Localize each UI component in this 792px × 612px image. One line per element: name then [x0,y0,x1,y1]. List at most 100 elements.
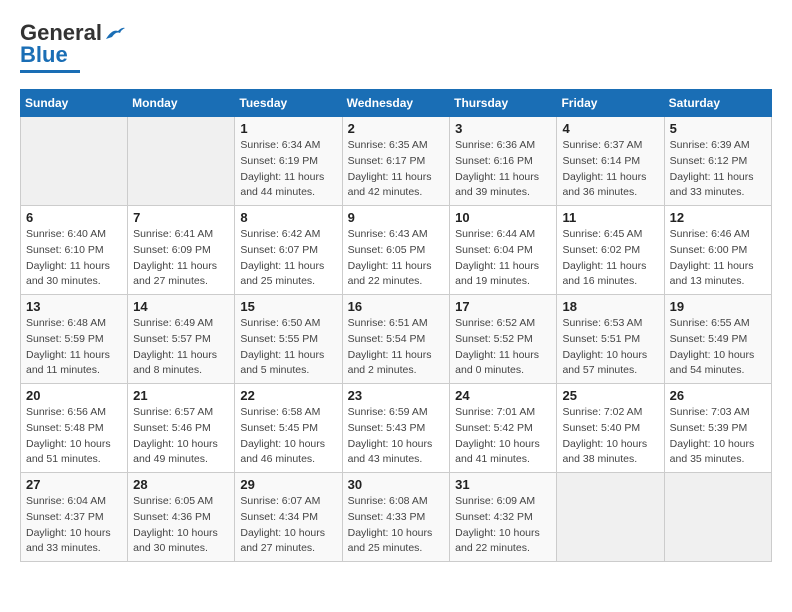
calendar-week-row: 6 Sunrise: 6:40 AMSunset: 6:10 PMDaylight… [21,206,772,295]
calendar-cell: 13 Sunrise: 6:48 AMSunset: 5:59 PMDayligh… [21,295,128,384]
calendar-cell: 25 Sunrise: 7:02 AMSunset: 5:40 PMDayligh… [557,384,664,473]
day-number: 4 [562,121,658,136]
header-sunday: Sunday [21,90,128,117]
day-info: Sunrise: 6:49 AMSunset: 5:57 PMDaylight:… [133,316,229,379]
day-info: Sunrise: 7:03 AMSunset: 5:39 PMDaylight:… [670,405,766,468]
day-info: Sunrise: 6:05 AMSunset: 4:36 PMDaylight:… [133,494,229,557]
calendar-cell: 5Sunrise: 6:39 AMSunset: 6:12 PMDaylight… [664,117,771,206]
calendar-cell: 7 Sunrise: 6:41 AMSunset: 6:09 PMDaylight… [128,206,235,295]
calendar-cell: 31Sunrise: 6:09 AMSunset: 4:32 PMDayligh… [450,473,557,562]
day-number: 30 [348,477,445,492]
calendar-week-row: 27 Sunrise: 6:04 AMSunset: 4:37 PMDayligh… [21,473,772,562]
day-number: 25 [562,388,658,403]
day-number: 1 [240,121,336,136]
day-number: 16 [348,299,445,314]
day-number: 14 [133,299,229,314]
day-number: 3 [455,121,551,136]
day-info: Sunrise: 6:58 AMSunset: 5:45 PMDaylight:… [240,405,336,468]
day-number: 27 [26,477,122,492]
calendar-cell: 17Sunrise: 6:52 AMSunset: 5:52 PMDayligh… [450,295,557,384]
day-number: 21 [133,388,229,403]
calendar-cell: 21 Sunrise: 6:57 AMSunset: 5:46 PMDayligh… [128,384,235,473]
calendar-cell: 14 Sunrise: 6:49 AMSunset: 5:57 PMDayligh… [128,295,235,384]
day-info: Sunrise: 6:48 AMSunset: 5:59 PMDaylight:… [26,316,122,379]
day-number: 10 [455,210,551,225]
calendar-cell [557,473,664,562]
day-info: Sunrise: 6:44 AMSunset: 6:04 PMDaylight:… [455,227,551,290]
calendar-cell: 18Sunrise: 6:53 AMSunset: 5:51 PMDayligh… [557,295,664,384]
calendar-cell: 27 Sunrise: 6:04 AMSunset: 4:37 PMDayligh… [21,473,128,562]
day-info: Sunrise: 7:01 AMSunset: 5:42 PMDaylight:… [455,405,551,468]
day-number: 22 [240,388,336,403]
calendar-week-row: 13 Sunrise: 6:48 AMSunset: 5:59 PMDayligh… [21,295,772,384]
calendar-cell: 28 Sunrise: 6:05 AMSunset: 4:36 PMDayligh… [128,473,235,562]
day-info: Sunrise: 6:09 AMSunset: 4:32 PMDaylight:… [455,494,551,557]
logo-bird-icon [104,25,126,41]
day-number: 24 [455,388,551,403]
day-number: 29 [240,477,336,492]
day-number: 17 [455,299,551,314]
calendar-cell [664,473,771,562]
day-number: 11 [562,210,658,225]
calendar-cell: 24 Sunrise: 7:01 AMSunset: 5:42 PMDayligh… [450,384,557,473]
day-info: Sunrise: 6:42 AMSunset: 6:07 PMDaylight:… [240,227,336,290]
calendar-week-row: 20Sunrise: 6:56 AMSunset: 5:48 PMDayligh… [21,384,772,473]
day-number: 9 [348,210,445,225]
calendar-cell: 29Sunrise: 6:07 AMSunset: 4:34 PMDayligh… [235,473,342,562]
day-number: 15 [240,299,336,314]
day-number: 7 [133,210,229,225]
day-number: 13 [26,299,122,314]
calendar-cell: 23Sunrise: 6:59 AMSunset: 5:43 PMDayligh… [342,384,450,473]
calendar-cell [21,117,128,206]
day-number: 2 [348,121,445,136]
calendar-cell: 10 Sunrise: 6:44 AMSunset: 6:04 PMDayligh… [450,206,557,295]
day-info: Sunrise: 6:56 AMSunset: 5:48 PMDaylight:… [26,405,122,468]
calendar-cell: 19 Sunrise: 6:55 AMSunset: 5:49 PMDayligh… [664,295,771,384]
day-info: Sunrise: 6:45 AMSunset: 6:02 PMDaylight:… [562,227,658,290]
day-number: 19 [670,299,766,314]
calendar-cell: 26 Sunrise: 7:03 AMSunset: 5:39 PMDayligh… [664,384,771,473]
day-info: Sunrise: 6:04 AMSunset: 4:37 PMDaylight:… [26,494,122,557]
calendar-cell: 22 Sunrise: 6:58 AMSunset: 5:45 PMDayligh… [235,384,342,473]
calendar-cell: 9 Sunrise: 6:43 AMSunset: 6:05 PMDaylight… [342,206,450,295]
day-info: Sunrise: 7:02 AMSunset: 5:40 PMDaylight:… [562,405,658,468]
calendar-week-row: 1Sunrise: 6:34 AMSunset: 6:19 PMDaylight… [21,117,772,206]
header-tuesday: Tuesday [235,90,342,117]
calendar-cell: 2 Sunrise: 6:35 AMSunset: 6:17 PMDaylight… [342,117,450,206]
day-info: Sunrise: 6:35 AMSunset: 6:17 PMDaylight:… [348,138,445,201]
header-monday: Monday [128,90,235,117]
day-number: 26 [670,388,766,403]
day-info: Sunrise: 6:41 AMSunset: 6:09 PMDaylight:… [133,227,229,290]
calendar-cell: 8Sunrise: 6:42 AMSunset: 6:07 PMDaylight… [235,206,342,295]
day-info: Sunrise: 6:36 AMSunset: 6:16 PMDaylight:… [455,138,551,201]
day-number: 28 [133,477,229,492]
calendar-cell: 12Sunrise: 6:46 AMSunset: 6:00 PMDayligh… [664,206,771,295]
header-thursday: Thursday [450,90,557,117]
calendar-cell: 11 Sunrise: 6:45 AMSunset: 6:02 PMDayligh… [557,206,664,295]
day-info: Sunrise: 6:59 AMSunset: 5:43 PMDaylight:… [348,405,445,468]
day-info: Sunrise: 6:46 AMSunset: 6:00 PMDaylight:… [670,227,766,290]
day-info: Sunrise: 6:39 AMSunset: 6:12 PMDaylight:… [670,138,766,201]
header-saturday: Saturday [664,90,771,117]
day-info: Sunrise: 6:37 AMSunset: 6:14 PMDaylight:… [562,138,658,201]
header-wednesday: Wednesday [342,90,450,117]
calendar-cell: 30 Sunrise: 6:08 AMSunset: 4:33 PMDayligh… [342,473,450,562]
day-number: 6 [26,210,122,225]
logo-underline [20,70,80,73]
page-header: General Blue [20,20,772,73]
calendar-cell: 15 Sunrise: 6:50 AMSunset: 5:55 PMDayligh… [235,295,342,384]
day-info: Sunrise: 6:50 AMSunset: 5:55 PMDaylight:… [240,316,336,379]
calendar-cell: 6 Sunrise: 6:40 AMSunset: 6:10 PMDaylight… [21,206,128,295]
calendar-cell: 3 Sunrise: 6:36 AMSunset: 6:16 PMDaylight… [450,117,557,206]
calendar-cell: 16 Sunrise: 6:51 AMSunset: 5:54 PMDayligh… [342,295,450,384]
day-info: Sunrise: 6:57 AMSunset: 5:46 PMDaylight:… [133,405,229,468]
logo: General Blue [20,20,126,73]
day-info: Sunrise: 6:40 AMSunset: 6:10 PMDaylight:… [26,227,122,290]
logo-blue: Blue [20,42,68,68]
day-info: Sunrise: 6:08 AMSunset: 4:33 PMDaylight:… [348,494,445,557]
day-info: Sunrise: 6:43 AMSunset: 6:05 PMDaylight:… [348,227,445,290]
calendar-cell: 20Sunrise: 6:56 AMSunset: 5:48 PMDayligh… [21,384,128,473]
day-info: Sunrise: 6:51 AMSunset: 5:54 PMDaylight:… [348,316,445,379]
day-info: Sunrise: 6:53 AMSunset: 5:51 PMDaylight:… [562,316,658,379]
day-info: Sunrise: 6:55 AMSunset: 5:49 PMDaylight:… [670,316,766,379]
